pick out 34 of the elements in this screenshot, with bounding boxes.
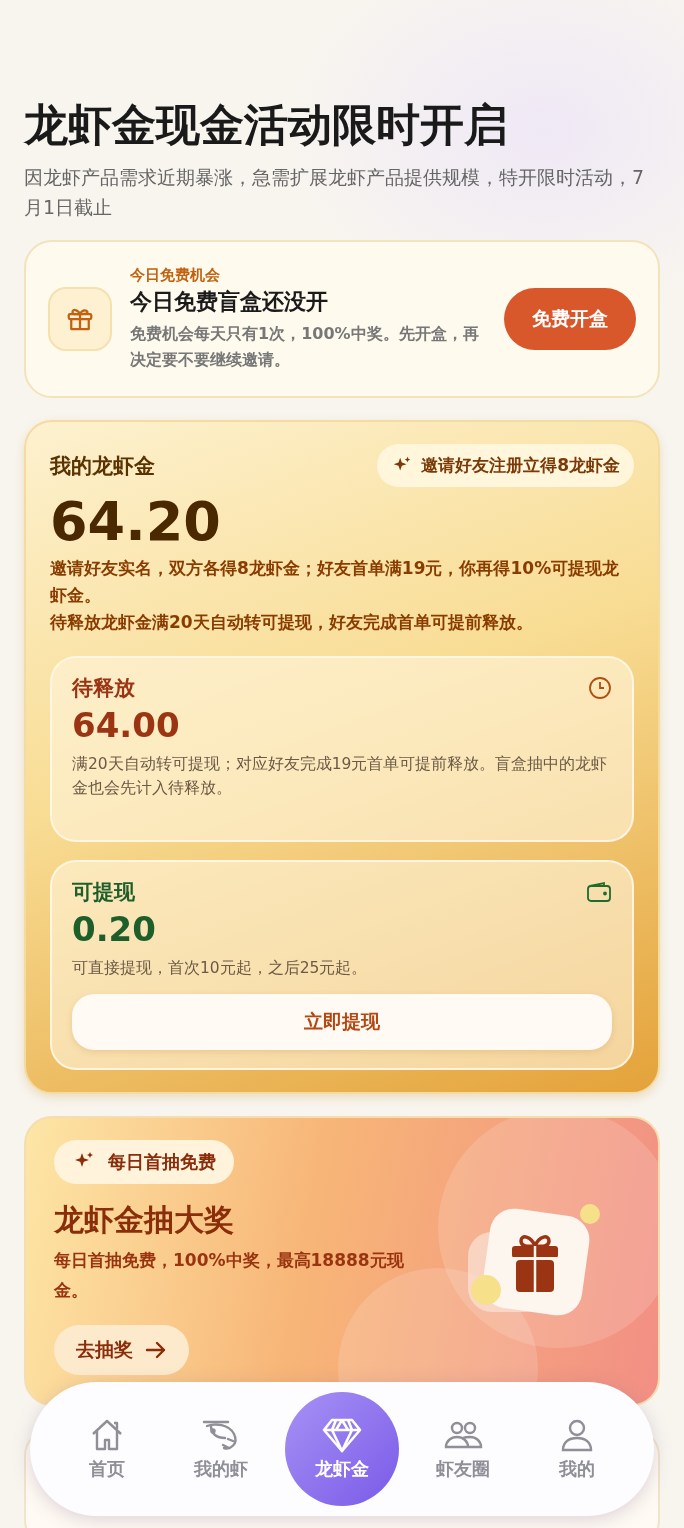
- rule-text: 待释放龙虾金满20天自动转可提现，好友完成首单可提前释放。: [50, 611, 534, 634]
- invite-pill[interactable]: 邀请好友注册立得8龙虾金: [377, 444, 634, 487]
- lottery-description: 每日首抽免费，100%中奖，最高18888元现金。: [54, 1249, 405, 1302]
- open-box-button[interactable]: 免费开盒: [504, 288, 636, 350]
- free-description: 免费机会每天只有1次，100%中奖。先开盒，再决定要不要继续邀请。: [130, 322, 480, 371]
- clock-icon: [588, 676, 612, 700]
- page-title: 龙虾金现金活动限时开启: [24, 98, 509, 152]
- tab[interactable]: 我的: [527, 1397, 627, 1501]
- page-subtitle: 因龙虾产品需求近期暴涨，急需扩展龙虾产品提供规模，特开限时活动，7月1日截止: [24, 165, 646, 220]
- user-icon: [559, 1417, 595, 1453]
- gift-icon: [48, 287, 112, 351]
- part-amount: 0.20: [72, 908, 157, 951]
- lottery-title: 龙虾金抽大奖: [54, 1201, 235, 1239]
- tab[interactable]: 首页: [57, 1397, 157, 1501]
- daily-badge-text: 每日首抽免费: [108, 1150, 216, 1174]
- free-label: 今日免费机会: [130, 265, 221, 285]
- diamond-icon: [322, 1417, 362, 1453]
- tab[interactable]: 我的虾: [171, 1397, 271, 1501]
- tab[interactable]: 虾友圈: [413, 1397, 513, 1501]
- rule-text: 邀请好友实名，双方各得8龙虾金；好友首单满19元，你再得10%可提现龙虾金。: [50, 557, 621, 607]
- balance-amount: 64.20: [50, 489, 222, 555]
- tab[interactable]: 龙虾金: [285, 1392, 399, 1506]
- wallet-icon: [586, 881, 612, 903]
- arrow-right-icon: [145, 1341, 167, 1359]
- withdraw-button[interactable]: 立即提现: [72, 994, 612, 1050]
- draw-button[interactable]: 去抽奖: [54, 1325, 189, 1375]
- part-amount: 64.00: [72, 704, 181, 747]
- invite-pill-text: 邀请好友注册立得8龙虾金: [421, 454, 620, 477]
- part-note: 满20天自动转可提现；对应好友完成19元首单可提前释放。盲盒抽中的龙虾金也会先计入待释放。: [72, 754, 609, 799]
- part-note: 可直接提现，首次10元起，之后25元起。: [72, 958, 369, 979]
- part-label: 可提现: [72, 879, 135, 906]
- balance-title: 我的龙虾金: [50, 452, 155, 480]
- free-title: 今日免费盲盒还没开: [130, 287, 329, 316]
- part-label: 待释放: [72, 675, 135, 702]
